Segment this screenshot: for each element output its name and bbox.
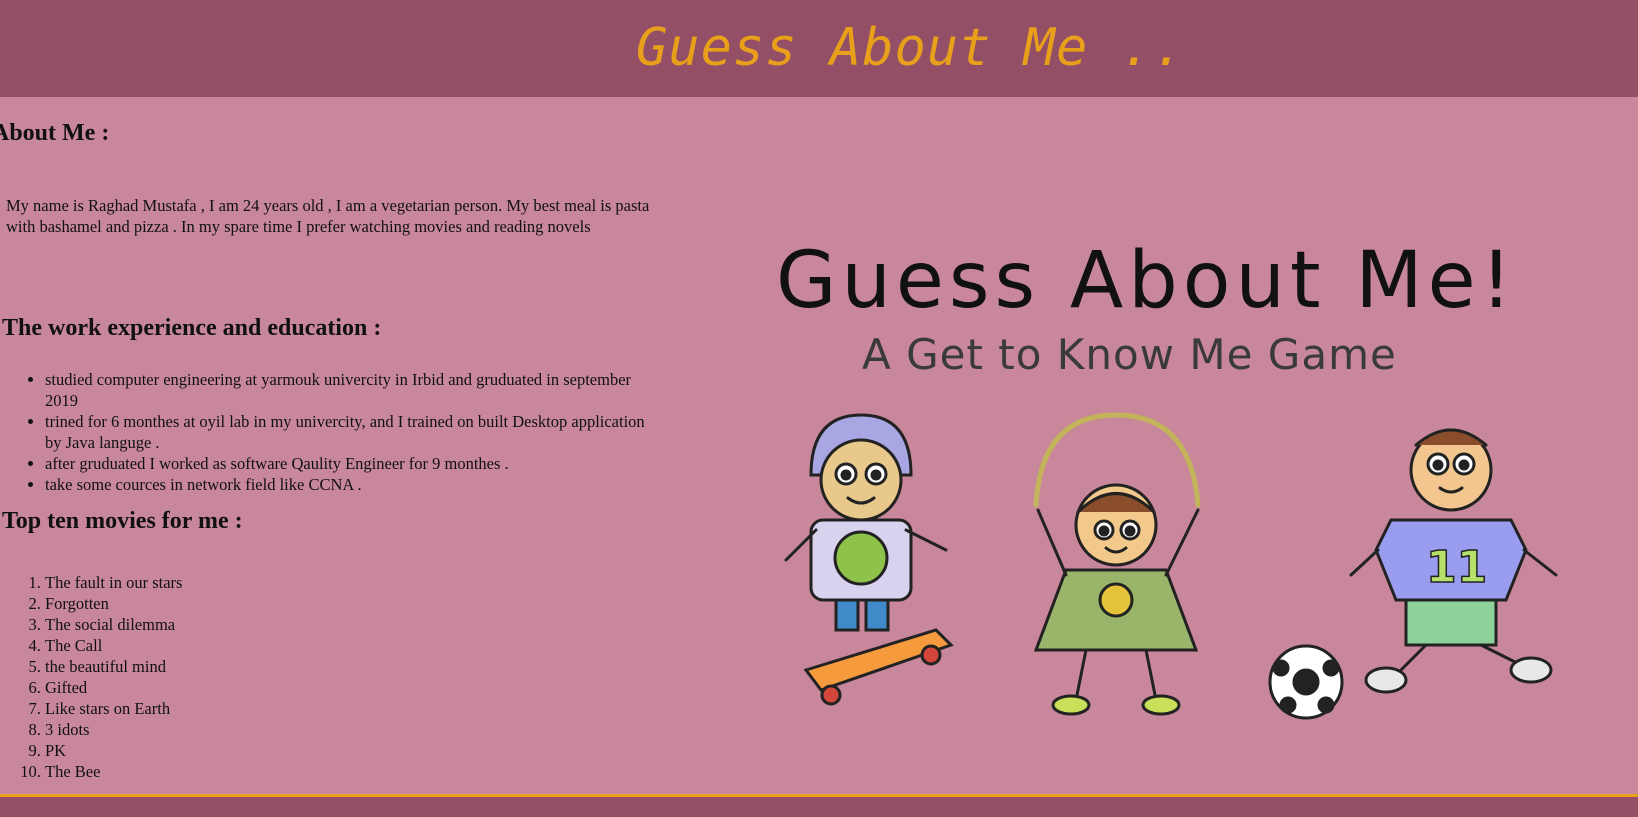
list-item: after gruduated I worked as software Qau… bbox=[45, 453, 665, 474]
hero-image: Guess About Me! A Get to Know Me Game 11 bbox=[766, 230, 1576, 730]
list-item: trined for 6 monthes at oyil lab in my u… bbox=[45, 411, 665, 453]
list-item: The social dilemma bbox=[45, 614, 685, 635]
jump-rope-kid-figure bbox=[1033, 412, 1201, 716]
hero-title: Guess About Me! bbox=[776, 236, 1517, 326]
list-item: 3 idots bbox=[45, 719, 685, 740]
about-paragraph: My name is Raghad Mustafa , I am 24 year… bbox=[6, 196, 650, 236]
site-title: Guess About Me .. bbox=[636, 18, 1186, 78]
hero-subtitle: A Get to Know Me Game bbox=[862, 330, 1397, 379]
movies-list: The fault in our stars Forgotten The soc… bbox=[0, 572, 685, 782]
list-item: The fault in our stars bbox=[45, 572, 685, 593]
list-item: Forgotten bbox=[45, 593, 685, 614]
list-item: the beautiful mind bbox=[45, 656, 685, 677]
jersey-number: 11 bbox=[1426, 542, 1487, 593]
list-item: The Bee bbox=[45, 761, 685, 782]
list-item: Like stars on Earth bbox=[45, 698, 685, 719]
list-item: PK bbox=[45, 740, 685, 761]
list-item: studied computer engineering at yarmouk … bbox=[45, 369, 665, 411]
page-header: Guess About Me .. bbox=[0, 0, 1638, 97]
about-heading: About Me : bbox=[0, 120, 110, 146]
list-item: take some cources in network field like … bbox=[45, 474, 665, 495]
kids-illustration: 11 bbox=[784, 412, 1558, 720]
list-item: Gifted bbox=[45, 677, 685, 698]
work-list: studied computer engineering at yarmouk … bbox=[0, 369, 665, 495]
soccer-kid-figure: 11 bbox=[1268, 428, 1558, 720]
skateboard-kid-figure bbox=[784, 413, 954, 706]
work-heading: The work experience and education : bbox=[2, 315, 382, 341]
list-item: The Call bbox=[45, 635, 685, 656]
movies-heading: Top ten movies for me : bbox=[2, 508, 243, 534]
